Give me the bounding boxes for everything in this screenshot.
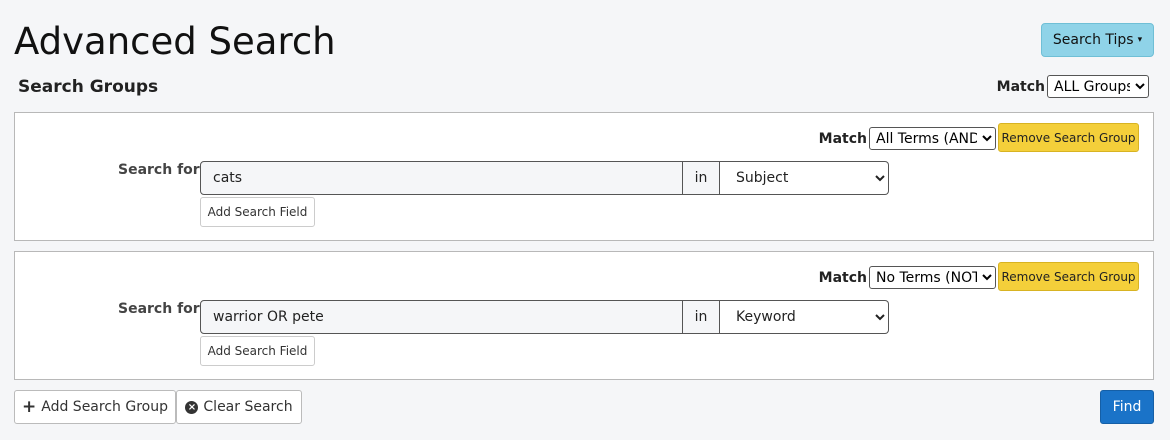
search-field-row: in Subject: [200, 161, 889, 195]
search-field-select[interactable]: Subject: [720, 161, 889, 195]
in-label: in: [683, 161, 720, 195]
search-for-label: Search for: [118, 301, 200, 317]
group-match-select[interactable]: All Terms (AND): [869, 127, 996, 150]
group-match-select[interactable]: No Terms (NOT): [869, 266, 996, 289]
group-match-control: Match No Terms (NOT): [819, 266, 996, 289]
search-field-row: in Keyword: [200, 300, 889, 334]
group-match-control: Match All Terms (AND): [819, 127, 996, 150]
search-tips-button[interactable]: Search Tips ▾: [1041, 23, 1154, 57]
search-field-select[interactable]: Keyword: [720, 300, 889, 334]
search-group-1: Match All Terms (AND) Remove Search Grou…: [14, 112, 1154, 241]
remove-search-group-button[interactable]: Remove Search Group: [998, 123, 1139, 152]
clear-search-label: Clear Search: [203, 399, 293, 415]
search-group-2: Match No Terms (NOT) Remove Search Group…: [14, 251, 1154, 380]
group-match-label: Match: [818, 130, 867, 147]
clear-circle-icon: ×: [185, 400, 199, 414]
group-match-label: Match: [818, 269, 867, 286]
add-search-field-button[interactable]: Add Search Field: [200, 197, 315, 227]
clear-search-button[interactable]: × Clear Search: [176, 390, 302, 424]
search-term-input[interactable]: [200, 300, 683, 334]
in-label: in: [683, 300, 720, 334]
remove-search-group-button[interactable]: Remove Search Group: [998, 262, 1139, 291]
search-term-input[interactable]: [200, 161, 683, 195]
global-match-label: Match: [996, 78, 1045, 95]
add-search-group-button[interactable]: + Add Search Group: [14, 390, 176, 424]
global-match-control: Match ALL Groups: [997, 75, 1149, 98]
global-match-select[interactable]: ALL Groups: [1047, 75, 1149, 98]
add-search-field-button[interactable]: Add Search Field: [200, 336, 315, 366]
search-for-label: Search for: [118, 162, 200, 178]
page-title: Advanced Search: [14, 20, 336, 63]
search-tips-label: Search Tips: [1052, 32, 1134, 48]
add-search-group-label: Add Search Group: [41, 399, 168, 415]
caret-down-icon: ▾: [1137, 35, 1143, 45]
search-groups-heading: Search Groups: [18, 77, 159, 97]
plus-icon: +: [22, 396, 37, 417]
find-button[interactable]: Find: [1100, 390, 1154, 424]
